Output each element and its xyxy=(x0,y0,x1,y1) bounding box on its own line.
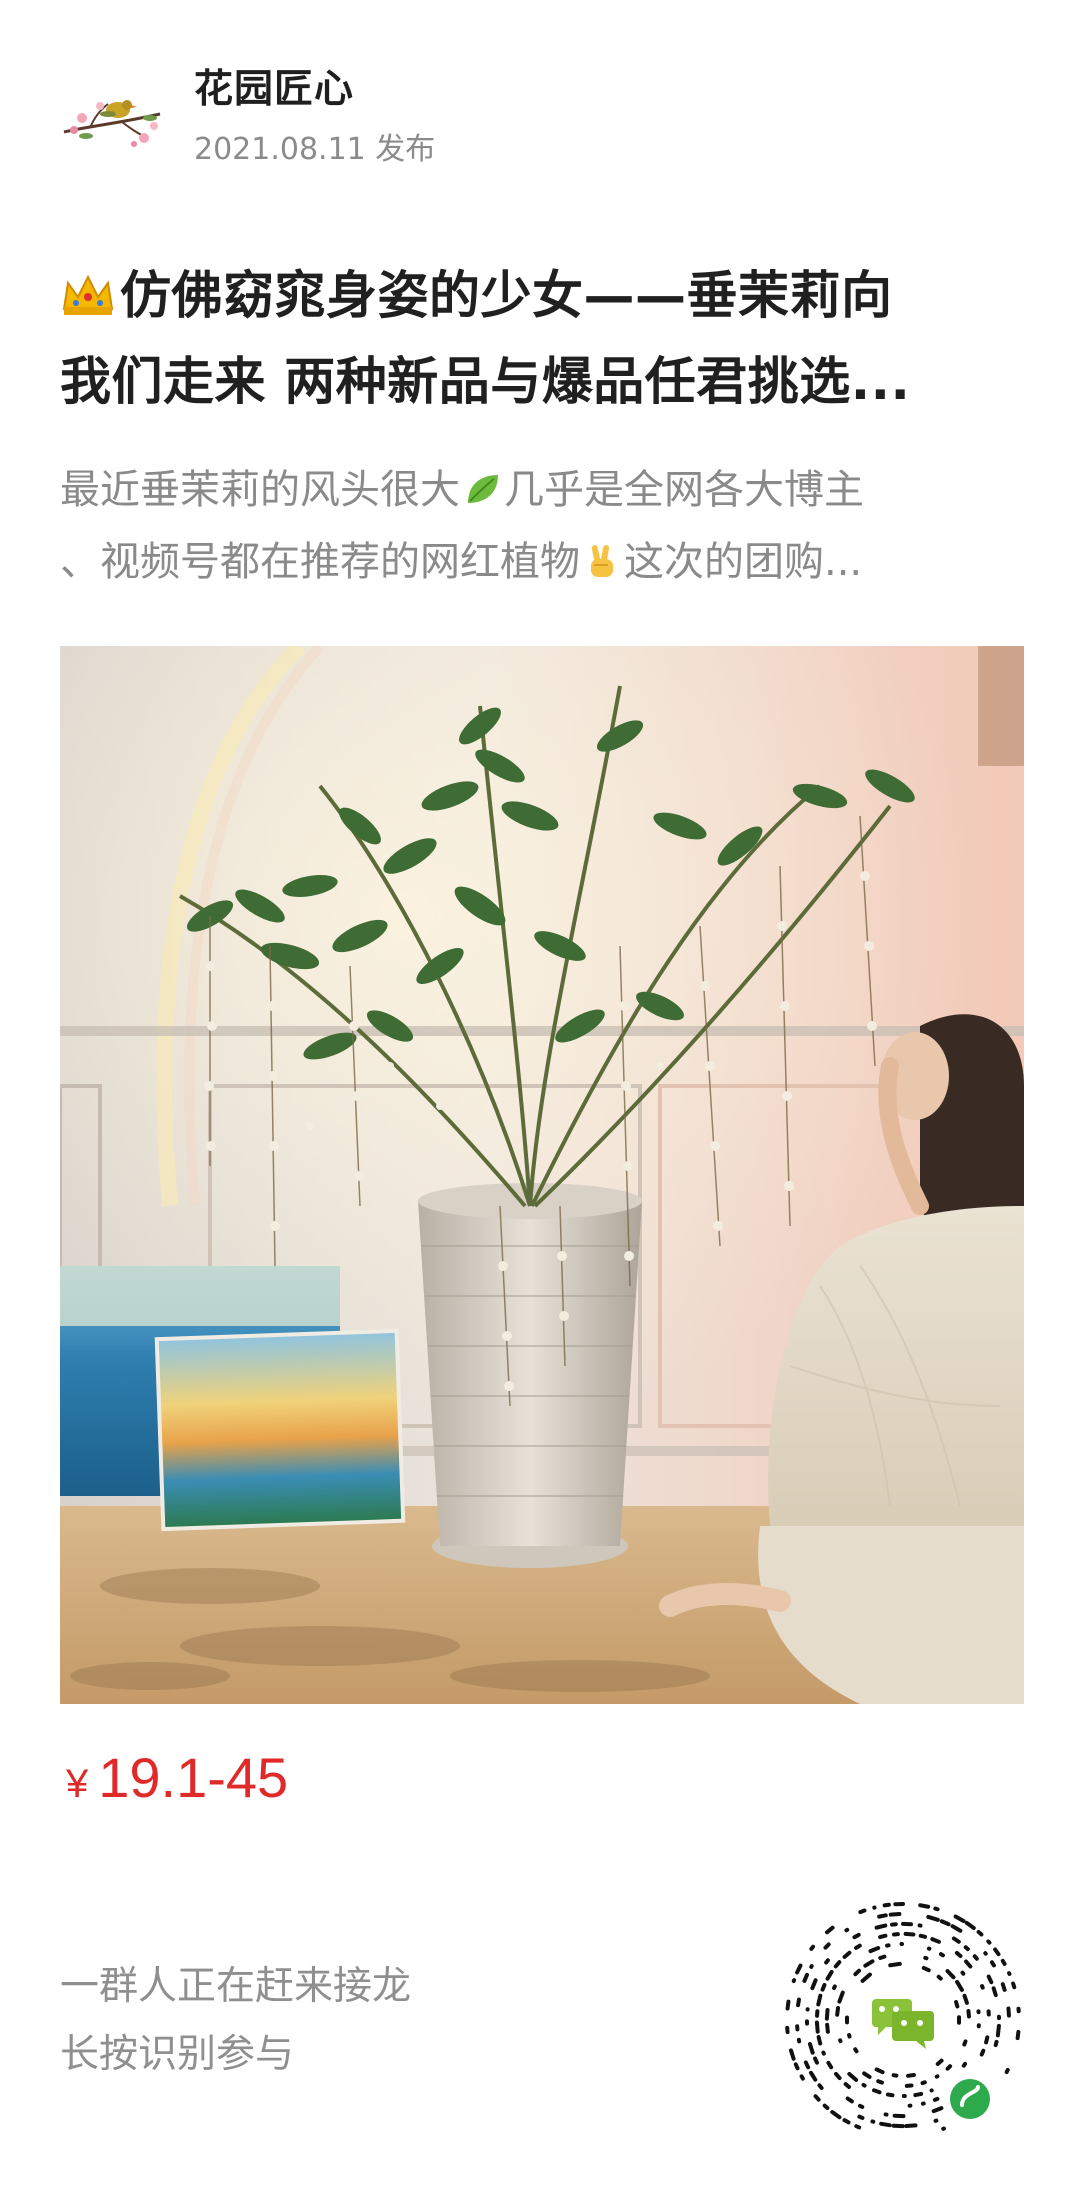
summary-text-2: 几乎是全网各大博主 xyxy=(504,467,864,513)
qr-module xyxy=(901,1921,913,1927)
price: ¥19.1-45 xyxy=(66,1745,288,1810)
currency-symbol: ¥ xyxy=(66,1762,89,1806)
summary-text-4: 这次的团购... xyxy=(624,539,863,585)
join-prompt-line-1: 一群人正在赶来接龙 xyxy=(60,1964,412,2009)
qr-module xyxy=(996,2014,1002,2021)
summary-text-3: 、视频号都在推荐的网红植物 xyxy=(60,539,580,585)
summary-text-1: 最近垂茉莉的风头很大 xyxy=(60,467,460,513)
qr-module xyxy=(957,2015,961,2025)
leaf-icon xyxy=(468,475,498,503)
qr-module xyxy=(795,2024,800,2032)
qr-module xyxy=(893,1901,905,1907)
join-prompt: 一群人正在赶来接龙 长按识别参与 xyxy=(60,1953,411,2089)
summary-line-2: 、视频号都在推荐的网红植物 这次的团购... xyxy=(60,526,1030,598)
author-name[interactable]: 花园匠心 xyxy=(194,58,354,114)
qr-module xyxy=(901,2093,907,2099)
qr-module xyxy=(892,2113,906,2119)
qr-module xyxy=(891,2123,905,2129)
title-line-2: 我们走来 两种新品与爆品任君挑选... xyxy=(60,353,911,412)
title-line-1-text: 仿佛窈窕身姿的少女——垂茉莉向 xyxy=(120,267,893,326)
join-prompt-line-2: 长按识别参与 xyxy=(60,2032,295,2077)
publish-date: 2021.08.11 发布 xyxy=(194,132,436,167)
qr-module xyxy=(899,1941,904,1947)
mini-program-qr-code[interactable] xyxy=(776,1893,1030,2147)
post-title[interactable]: 仿佛窈窕身姿的少女——垂茉莉向 我们走来 两种新品与爆品任君挑选... xyxy=(60,254,1030,426)
price-range: 19.1-45 xyxy=(98,1746,289,1809)
qr-module xyxy=(804,2019,810,2026)
qr-module xyxy=(845,2015,849,2025)
avatar[interactable] xyxy=(60,70,166,160)
post-header: 花园匠心 2021.08.11 发布 xyxy=(60,58,1020,168)
title-line-1: 仿佛窈窕身姿的少女——垂茉莉向 xyxy=(60,254,1030,340)
victory-hand-icon xyxy=(591,545,613,577)
qr-module xyxy=(815,2009,820,2018)
post-summary: 最近垂茉莉的风头很大 几乎是全网各大博主 、视频号都在推荐的网红植物 这次的团购… xyxy=(60,454,1030,598)
summary-line-1: 最近垂茉莉的风头很大 几乎是全网各大博主 xyxy=(60,454,1030,526)
product-photo[interactable] xyxy=(60,646,1024,1704)
crown-icon xyxy=(62,274,114,315)
